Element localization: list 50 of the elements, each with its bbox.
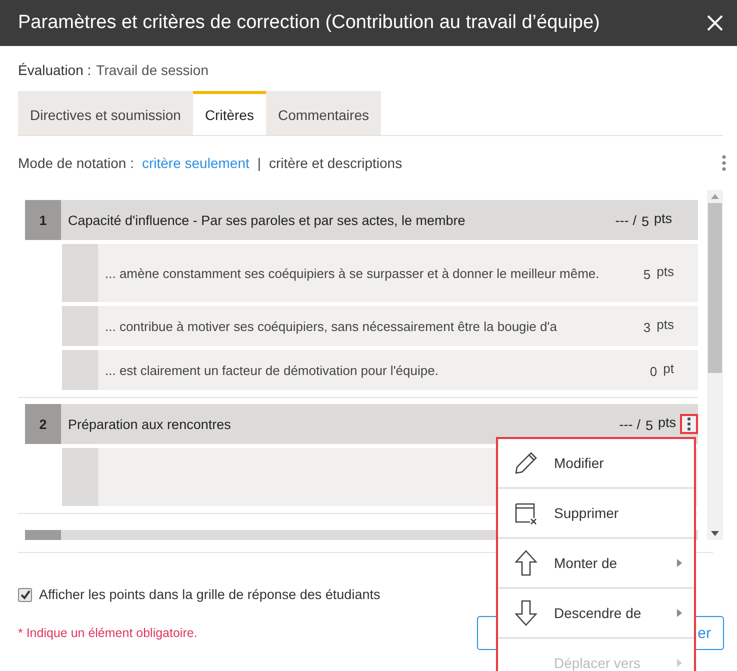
level-points: 0 [650,364,658,379]
slash-text: / [636,416,640,432]
points-unit: pts [658,415,676,430]
menu-item[interactable]: Monter de [498,539,694,589]
criterion-title: Capacité d'influence - Par ses paroles et par ses actes, le membre [67,212,466,228]
slash-text: / [632,212,636,228]
level-marker [62,244,98,302]
pencil-icon [514,451,538,475]
scroll-down-icon[interactable] [711,531,719,536]
criterion-number: 1 [25,200,61,240]
menu-item[interactable]: Supprimer [498,489,694,539]
tab[interactable]: Directives et soumission [18,91,193,135]
criterion-score: --- [615,212,629,228]
criterion-max: 5 [641,214,649,229]
criterion-score: --- [619,416,633,432]
grading-mode-label: Mode de notation : [18,155,134,171]
points-unit: pts [654,211,672,226]
more-icon [687,417,691,431]
up-arrow-icon [514,550,538,576]
criterion-number: 2 [25,404,61,444]
more-button[interactable] [680,414,698,434]
criterion-title: Préparation aux rencontres [67,416,232,432]
menu-item[interactable]: Descendre de [498,589,694,639]
points-unit: pt [663,361,674,376]
window-title: Paramètres et critères de correction (Contribution au travail d’équipe) [18,12,601,34]
level-description: ... amène constamment ses coéquipiers à se surpasser et à donner le meilleur même. [104,264,600,282]
grading-mode-option[interactable]: critère et descriptions [269,155,402,171]
level-description: ... est clairement un facteur de démotivation pour l'équipe. [104,362,440,380]
checkbox[interactable] [18,588,32,602]
down-arrow-icon [514,600,538,626]
checkbox-label: Afficher les points dans la grille de réponse des étudiants [39,587,380,602]
points-unit: pts [656,317,674,332]
level-points: 5 [643,267,651,282]
required-note: * Indique un élément obligatoire. [18,626,198,640]
level-marker [62,350,98,390]
more-icon[interactable] [722,155,726,171]
evaluation-value: Travail de session [96,62,208,78]
delete-icon [514,501,538,525]
level-marker [62,448,98,506]
menu-item[interactable]: Modifier [498,439,694,489]
scrollbar[interactable] [707,190,723,540]
level-description: ... contribue à motiver ses coéquipiers, sans nécessairement être la bougie d'a [104,318,558,336]
separator-text: | [257,155,262,171]
tab[interactable]: Commentaires [266,91,381,135]
points-unit: pts [656,264,674,279]
level-points: 3 [643,320,651,335]
criterion-max: 5 [645,418,653,433]
close-icon[interactable] [707,15,723,31]
level-marker [62,306,98,346]
evaluation-label: Évaluation : [18,62,92,78]
